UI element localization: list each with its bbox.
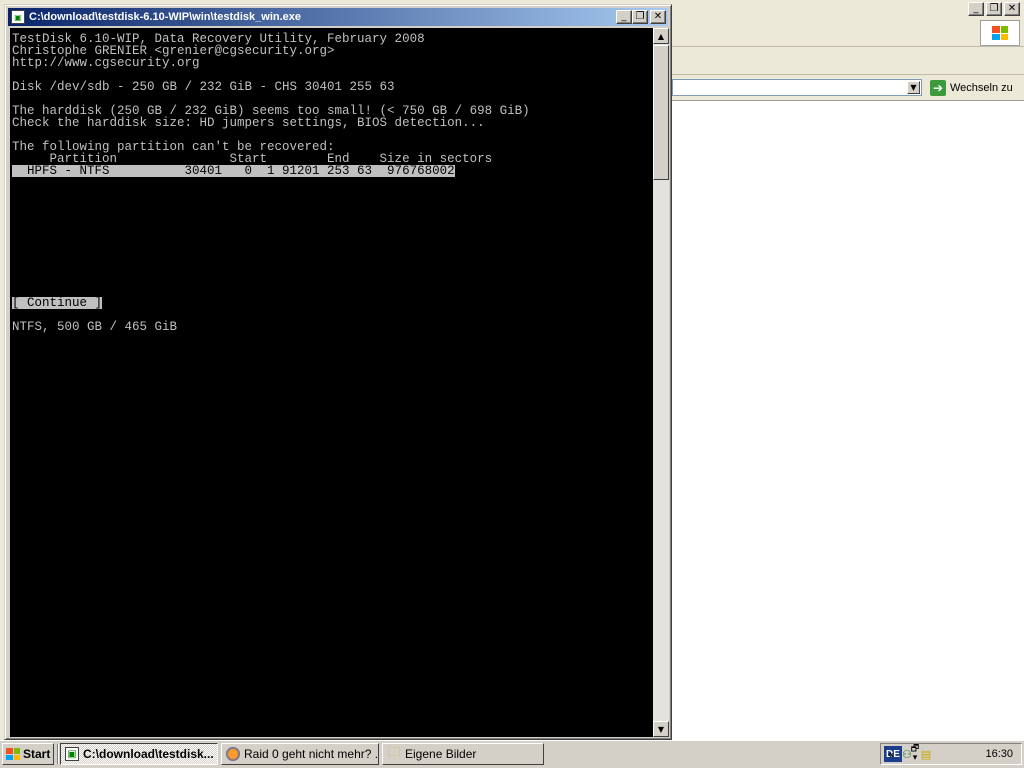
taskbar-separator <box>57 744 59 764</box>
tray-app-icon[interactable]: ▤ <box>917 746 935 762</box>
go-button-label: Wechseln zu <box>950 82 1013 94</box>
terminal-line-disk: Disk /dev/sdb - 250 GB / 232 GiB - CHS 3… <box>12 80 395 94</box>
taskbar-item-console[interactable]: ▣ C:\download\testdisk... <box>60 743 218 765</box>
scroll-up-icon[interactable]: ▲ <box>653 28 669 44</box>
go-arrow-icon: ➔ <box>930 80 946 96</box>
windows-flag-icon <box>980 20 1020 46</box>
terminal-area[interactable]: TestDisk 6.10-WIP, Data Recovery Utility… <box>10 28 653 737</box>
firefox-icon <box>226 747 240 761</box>
address-bar: ▼ ➔ Wechseln zu <box>672 76 1024 101</box>
close-button[interactable]: ✕ <box>650 10 666 24</box>
start-button[interactable]: Start <box>2 743 54 765</box>
system-tray: « ⚇ ▤ 16:30 <box>880 743 1022 765</box>
taskbar-item-firefox[interactable]: Raid 0 geht nicht mehr? ... <box>221 743 379 765</box>
console-titlebar[interactable]: ▣ C:\download\testdisk-6.10-WIP\win\test… <box>8 8 668 26</box>
vertical-scrollbar[interactable]: ▲ ▼ <box>653 28 669 737</box>
terminal-line-check: Check the harddisk size: HD jumpers sett… <box>12 116 485 130</box>
background-content-pane <box>672 101 1024 740</box>
bg-close-button[interactable]: ✕ <box>1004 2 1020 16</box>
address-dropdown-icon[interactable]: ▼ <box>907 81 920 94</box>
go-button[interactable]: ➔ Wechseln zu <box>930 78 1013 98</box>
partition-row-selected[interactable]: HPFS - NTFS 30401 0 1 91201 253 63 97676… <box>12 165 455 177</box>
console-title: C:\download\testdisk-6.10-WIP\win\testdi… <box>29 11 302 23</box>
console-window: ▣ C:\download\testdisk-6.10-WIP\win\test… <box>4 4 672 740</box>
background-toolbar <box>672 48 1024 75</box>
folder-icon: 🗀 <box>387 745 401 760</box>
scroll-thumb[interactable] <box>653 45 669 180</box>
taskbar-item-folder[interactable]: 🗀 Eigene Bilder <box>382 743 544 765</box>
minimize-button[interactable]: _ <box>616 10 632 24</box>
background-menubar <box>672 18 1024 47</box>
taskbar: Start ▣ C:\download\testdisk... Raid 0 g… <box>0 740 1024 768</box>
bg-restore-button[interactable]: ❐ <box>986 2 1002 16</box>
start-label: Start <box>23 747 51 761</box>
taskbar-item-label: Raid 0 geht nicht mehr? ... <box>244 747 379 761</box>
maximize-button[interactable]: ❐ <box>632 10 648 24</box>
continue-button[interactable]: [ Continue ] <box>12 297 103 309</box>
console-app-icon[interactable]: ▣ <box>11 10 25 24</box>
taskbar-item-label: C:\download\testdisk... <box>83 747 214 761</box>
windows-logo-icon <box>6 748 20 760</box>
clock[interactable]: 16:30 <box>985 746 1013 762</box>
address-input[interactable]: ▼ <box>672 79 922 96</box>
partition-info: NTFS, 500 GB / 465 GiB <box>12 320 178 334</box>
bg-minimize-button[interactable]: _ <box>968 2 984 16</box>
console-icon: ▣ <box>65 747 79 761</box>
console-window-controls: _ ❐ ✕ <box>616 10 666 24</box>
network-icon[interactable]: ⚇ <box>899 746 915 762</box>
taskbar-item-label: Eigene Bilder <box>405 747 477 761</box>
tray-chevron-icon[interactable]: « <box>885 746 897 762</box>
scroll-down-icon[interactable]: ▼ <box>653 721 669 737</box>
terminal-line-url: http://www.cgsecurity.org <box>12 56 200 70</box>
background-window-controls: _ ❐ ✕ <box>968 2 1020 16</box>
